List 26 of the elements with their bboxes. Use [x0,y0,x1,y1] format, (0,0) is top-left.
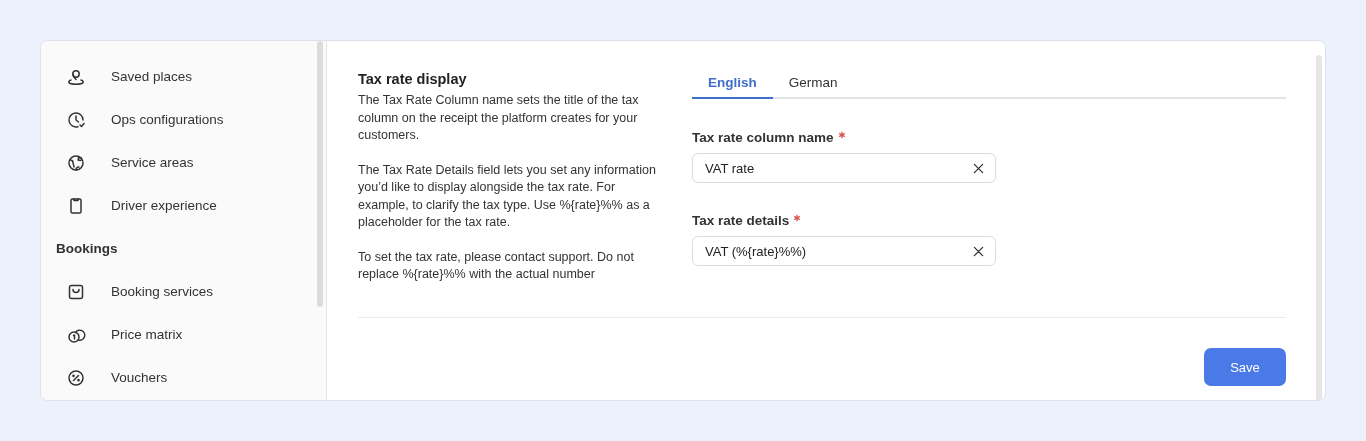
language-tab[interactable]: German [772,67,854,99]
globe-icon [66,152,86,173]
sidebar-item[interactable]: Saved places [56,55,317,98]
discount-icon [66,367,86,388]
close-icon[interactable] [973,162,984,174]
sidebar-item[interactable]: Price matrix [56,313,317,356]
text-field[interactable]: VAT (%{rate}%%) [692,236,996,266]
sidebar-item[interactable]: Ops configurations [56,98,317,141]
section-heading: Bookings [56,240,119,258]
scrollbar-thumb[interactable] [317,41,323,307]
close-icon[interactable] [973,245,984,257]
save-button[interactable]: Save [1204,348,1286,386]
scrollbar-thumb[interactable] [1316,55,1322,400]
section-title: Tax rate display [358,71,468,87]
text-field[interactable]: VAT rate [692,153,996,183]
clock-icon [66,109,86,130]
description-text: The Tax Rate Column name sets the title of the tax column on the receipt the platform creates for your customers. [358,92,640,144]
sidebar-item[interactable]: Driver experience [56,184,317,227]
sidebar-item[interactable]: Service areas [56,141,317,184]
field-label: Tax rate column name [692,130,834,145]
sidebar-item[interactable]: Booking services [56,270,317,313]
sidebar-item[interactable]: Vouchers [56,356,317,399]
language-tab[interactable]: English [692,67,773,99]
field-label: Tax rate details [692,213,790,228]
description-text: The Tax Rate Details field lets you set any information you’d like to display alongside the tax rate. For example, to clarify the tax type. Use %{rate}%% as a placeholder for the tax rate. [358,161,657,231]
description-text: To set the tax rate, please contact support. Do not replace %{rate}%% with the actual number [358,248,635,283]
